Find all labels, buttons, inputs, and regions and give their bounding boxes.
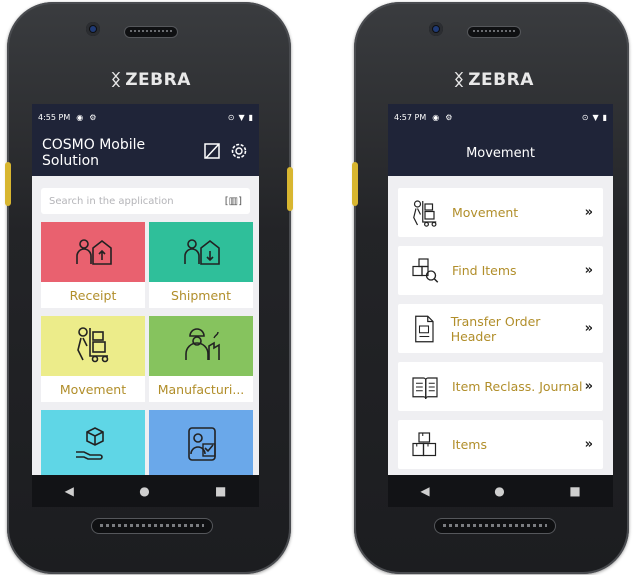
page-title: Movement [466,145,535,161]
left-screen: 4:55 PM ◉ ⚙ ⊙ ▼ ▮ COSMO Mobile Solution … [32,104,259,507]
wifi-icon: ▼ [592,112,599,122]
gear-icon[interactable] [229,141,249,165]
side-button [352,162,358,206]
barcode-scan-icon[interactable]: [▥] [225,196,242,207]
tile-receipt[interactable]: Receipt [41,222,145,308]
zebra-logo-icon: ᛝ [454,70,465,89]
app-bar: Movement [388,130,613,176]
zebra-logo: ᛝ ZEBRA [111,70,191,90]
recents-icon[interactable]: ■ [569,484,580,498]
list-item-item-reclass-journal[interactable]: Item Reclass. Journal » [398,362,603,411]
hand-truck-worker-icon [408,198,442,228]
shipment-icon [181,230,221,274]
factory-worker-icon [181,324,221,368]
tile-movement-art [41,316,145,376]
speaker-grill [434,518,556,534]
search-placeholder: Search in the application [49,195,174,207]
tile-delivery-art [41,410,145,482]
tile-shipment-label: Shipment [171,287,231,303]
hand-box-icon [73,424,113,468]
status-time: 4:57 PM [394,112,427,122]
search-input[interactable]: Search in the application [▥] [41,188,250,214]
list-item-label: Find Items [452,263,517,278]
earpiece-grill [124,26,178,38]
chevron-right-icon: » [584,263,593,278]
side-button [5,162,11,206]
list-item-label: Movement [452,205,519,220]
battery-icon: ▮ [602,112,607,122]
settings-notification-icon: ⚙ [445,112,453,122]
list-item-movement[interactable]: Movement » [398,188,603,237]
recents-icon[interactable]: ■ [215,484,226,498]
zebra-logo-icon: ᛝ [111,70,122,89]
tile-shipment[interactable]: Shipment [149,222,253,308]
android-nav-bar: ◀ ● ■ [388,475,613,507]
tile-shipment-art [149,222,253,282]
chevron-right-icon: » [584,321,593,336]
menu-list: Movement » Find Items » Transfer Order H… [388,176,613,469]
list-item-label: Transfer Order Header [450,313,541,344]
app-bar: COSMO Mobile Solution [32,130,259,176]
chevron-right-icon: » [584,437,593,452]
document-order-icon [408,314,441,344]
list-item-find-items[interactable]: Find Items » [398,246,603,295]
hand-truck-worker-icon [73,324,113,368]
sync-icon: ⊙ [581,112,589,122]
journal-book-icon [408,372,442,402]
tile-movement-label: Movement [59,381,127,397]
receipt-icon [73,230,113,274]
list-item-items[interactable]: Items » [398,420,603,469]
back-icon[interactable]: ◀ [65,484,74,498]
tile-movement[interactable]: Movement [41,316,145,402]
right-screen: 4:57 PM ◉ ⚙ ⊙ ▼ ▮ Movement Movement » Fi… [388,104,613,507]
tile-manufacturing[interactable]: Manufacturi... [149,316,253,402]
speaker-grill [91,518,213,534]
zebra-logo: ᛝ ZEBRA [454,70,534,90]
front-camera [86,22,100,36]
tile-manufacturing-label: Manufacturi... [157,381,245,397]
notification-icon: ◉ [432,112,440,122]
tile-manufacturing-art [149,316,253,376]
chevron-right-icon: » [584,205,593,220]
battery-icon: ▮ [248,112,253,122]
list-item-label: Items [452,437,487,452]
sync-icon: ⊙ [227,112,235,122]
status-time: 4:55 PM [38,112,71,122]
tile-receipt-label: Receipt [69,287,117,303]
list-item-transfer-order-header[interactable]: Transfer Order Header » [398,304,603,353]
app-title: COSMO Mobile Solution [42,137,146,169]
side-button [287,167,293,211]
boxes-search-icon [408,256,442,286]
boxes-icon [408,430,442,460]
status-bar: 4:55 PM ◉ ⚙ ⊙ ▼ ▮ [32,104,259,130]
home-icon[interactable]: ● [139,484,149,498]
home-icon[interactable]: ● [494,484,504,498]
status-bar: 4:57 PM ◉ ⚙ ⊙ ▼ ▮ [388,104,613,130]
android-nav-bar: ◀ ● ■ [32,475,259,507]
edit-off-icon[interactable] [203,142,221,164]
front-camera [429,22,443,36]
tile-inspection-art [149,410,253,482]
settings-notification-icon: ⚙ [89,112,97,122]
notification-icon: ◉ [76,112,84,122]
list-item-label: Item Reclass. Journal [452,379,583,394]
checklist-worker-icon [181,424,221,468]
back-icon[interactable]: ◀ [420,484,429,498]
earpiece-grill [467,26,521,38]
module-grid: Receipt Shipment Movement Manufacturi... [32,222,259,496]
tile-receipt-art [41,222,145,282]
wifi-icon: ▼ [238,112,245,122]
chevron-right-icon: » [584,379,593,394]
